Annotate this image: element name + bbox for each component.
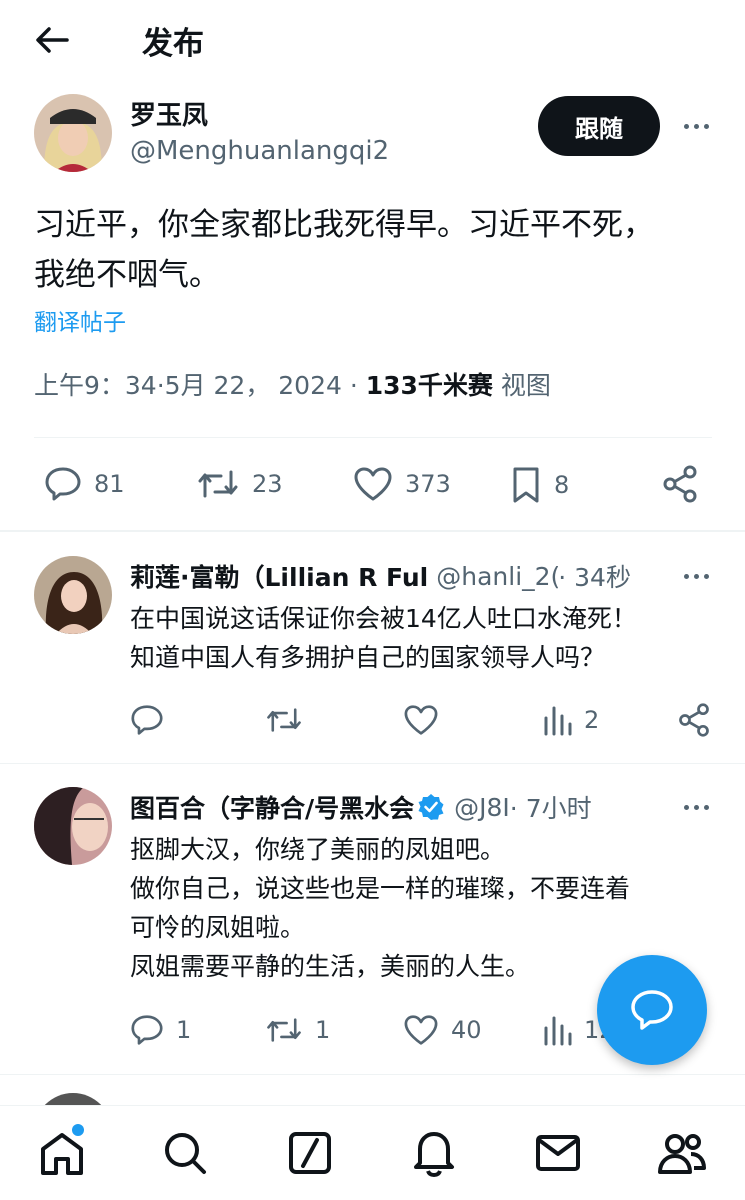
repost-button[interactable]: 23 <box>196 466 283 502</box>
like-icon <box>404 705 438 735</box>
more-icon[interactable] <box>676 112 716 140</box>
repost-count: 23 <box>252 470 283 498</box>
reply-button[interactable]: 1 <box>130 1014 191 1046</box>
reply-time[interactable]: · 34秒 <box>558 558 631 594</box>
reply-author-handle[interactable]: @hanli_2( <box>436 562 558 591</box>
like-button[interactable]: 373 <box>353 466 451 502</box>
nav-notifications[interactable] <box>409 1128 459 1178</box>
top-bar: 发布 <box>0 0 745 80</box>
back-arrow-icon[interactable] <box>30 20 74 60</box>
communities-icon <box>658 1134 706 1174</box>
notification-dot <box>72 1124 84 1136</box>
repost-button[interactable] <box>265 704 303 736</box>
reply-author-name[interactable]: 莉莲·富勒（Lillian R Ful <box>130 558 428 594</box>
views-count: 133千米赛 <box>365 371 493 400</box>
nav-communities[interactable] <box>657 1128 707 1178</box>
reply-author-handle[interactable]: @J8I <box>454 793 510 822</box>
reply-time[interactable]: · 7小时 <box>510 789 592 825</box>
search-icon <box>165 1133 206 1174</box>
share-icon <box>679 703 709 737</box>
views-icon <box>544 1016 572 1046</box>
reply-icon <box>131 705 163 735</box>
views-icon <box>544 706 572 736</box>
share-button[interactable] <box>676 702 712 738</box>
divider <box>0 530 745 532</box>
home-icon <box>41 1133 83 1175</box>
like-count: 373 <box>405 470 451 498</box>
reply-count: 81 <box>94 470 125 498</box>
bookmark-count: 8 <box>554 471 570 499</box>
verified-icon <box>416 792 446 822</box>
messages-icon <box>536 1135 580 1171</box>
views-button[interactable]: 2 <box>542 704 599 736</box>
page-title: 发布 <box>142 26 204 62</box>
author-handle[interactable]: @Menghuanlangqi2 <box>130 136 389 166</box>
reply-button[interactable]: 81 <box>44 466 125 502</box>
like-icon <box>404 1015 438 1045</box>
repost-button[interactable]: 1 <box>265 1014 330 1046</box>
post-text: 习近平，你全家都比我死得早。习近平不死， 我绝不咽气。 <box>34 207 654 293</box>
reply-text: 在中国说这话保证你会被14亿人吐口水淹死！ 知道中国人有多拥护自己的国家领导人吗… <box>130 604 637 672</box>
reply-header: 莉莲·富勒（Lillian R Ful @hanli_2( · 34秒 <box>130 558 631 594</box>
nav-messages[interactable] <box>533 1128 583 1178</box>
bottom-navigation <box>0 1105 745 1200</box>
reply-avatar[interactable] <box>34 787 112 865</box>
share-icon <box>663 465 697 503</box>
reply-author-name[interactable]: 图百合（字静合/号黑水会 <box>130 789 414 825</box>
compose-button[interactable] <box>597 955 707 1065</box>
author-avatar[interactable] <box>34 94 112 172</box>
reply-avatar[interactable] <box>34 556 112 634</box>
post-metadata: 上午9：34·5月 22， 2024 · 133千米赛 视图 <box>34 366 551 402</box>
author-name[interactable]: 罗玉凤 <box>130 95 208 132</box>
divider <box>34 437 712 438</box>
views-count: 2 <box>584 706 600 734</box>
like-count: 40 <box>451 1016 482 1044</box>
repost-count: 1 <box>315 1016 331 1044</box>
more-icon[interactable] <box>676 562 716 590</box>
nav-search[interactable] <box>160 1128 210 1178</box>
reply-icon <box>131 1015 163 1045</box>
nav-grok[interactable] <box>285 1128 335 1178</box>
bookmark-icon <box>513 467 539 503</box>
bookmark-button[interactable]: 8 <box>510 466 569 504</box>
translate-post-link[interactable]: 翻译帖子 <box>34 303 126 337</box>
reply-button[interactable] <box>130 704 164 736</box>
grok-icon <box>289 1132 331 1174</box>
compose-icon <box>631 990 673 1030</box>
reply-header: 图百合（字静合/号黑水会 @J8I · 7小时 <box>130 789 592 825</box>
more-icon[interactable] <box>676 793 716 821</box>
divider <box>0 1074 745 1075</box>
share-button[interactable] <box>660 464 700 504</box>
views-label: 视图 <box>492 371 551 400</box>
post-time[interactable]: 上午9：34·5月 22， 2024 · <box>34 371 366 400</box>
repost-icon <box>267 708 301 732</box>
like-icon <box>354 467 392 501</box>
repost-icon <box>198 470 238 498</box>
repost-icon <box>267 1018 301 1042</box>
reply-icon <box>45 467 81 501</box>
like-button[interactable]: 40 <box>403 1014 482 1046</box>
notifications-icon <box>414 1132 454 1177</box>
reply-count: 1 <box>176 1016 192 1044</box>
divider <box>0 763 745 764</box>
follow-button[interactable]: 跟随 <box>538 96 660 156</box>
like-button[interactable] <box>403 704 439 736</box>
